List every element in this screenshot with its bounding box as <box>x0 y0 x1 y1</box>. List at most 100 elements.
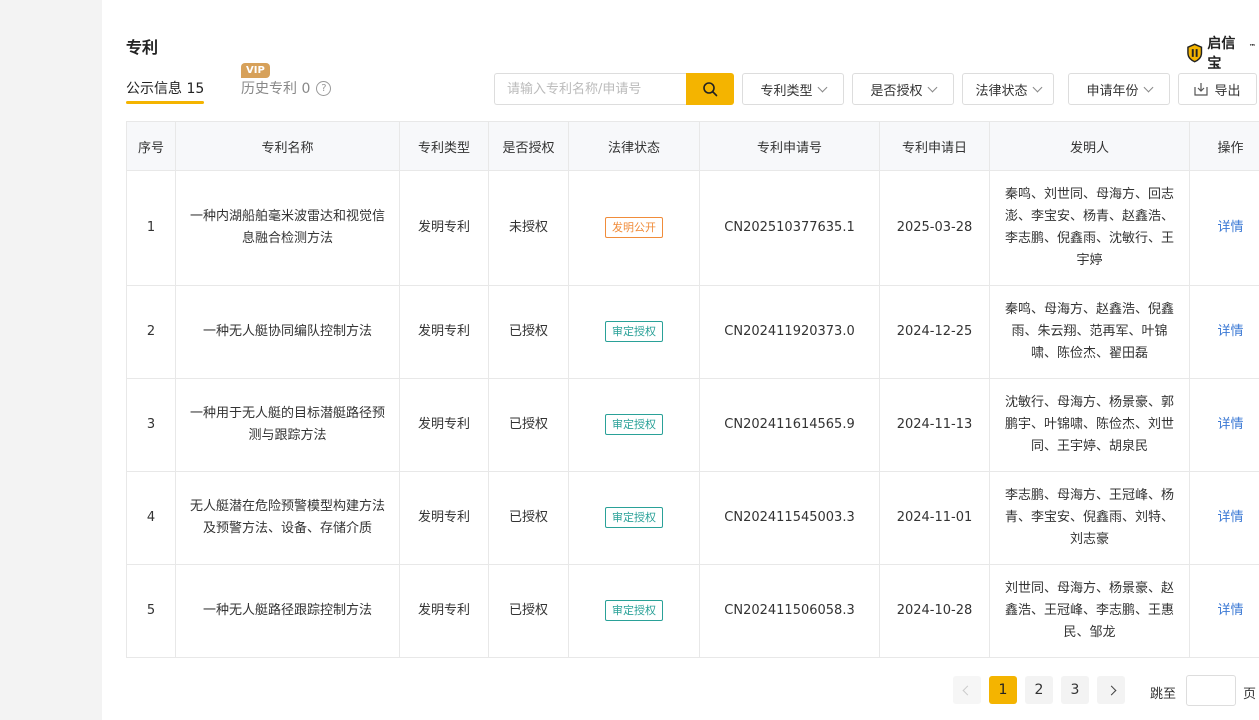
search-button[interactable] <box>686 73 734 105</box>
patent-type: 发明专利 <box>399 564 489 658</box>
table-row: 2 一种无人艇协同编队控制方法 发明专利 已授权 审定授权 CN202411920373.… <box>126 285 1259 379</box>
export-label: 导出 <box>1214 83 1241 99</box>
section-title: 专利 <box>126 38 159 57</box>
patent-type: 发明专利 <box>399 378 489 472</box>
application-date: 2024-11-13 <box>879 378 990 472</box>
brand-trademark: ™ <box>1249 43 1256 51</box>
filter-patent-type[interactable]: 专利类型 <box>742 73 844 105</box>
application-date: 2024-12-25 <box>879 285 990 379</box>
legal-status-tag: 审定授权 <box>605 321 663 342</box>
tab-history-label: 历史专利 0 <box>241 81 311 97</box>
page-button-2[interactable]: 2 <box>1025 676 1053 704</box>
table-header-row: 序号 专利名称 专利类型 是否授权 法律状态 专利申请号 专利申请日 发明人 操… <box>126 121 1259 171</box>
filter-legal-status[interactable]: 法律状态 <box>962 73 1054 105</box>
application-number: CN202411506058.3 <box>699 564 880 658</box>
vip-badge: VIP <box>241 63 270 78</box>
patent-name: 一种内湖船舶毫米波雷达和视觉信息融合检测方法 <box>175 170 400 286</box>
patent-table: 序号 专利名称 专利类型 是否授权 法律状态 专利申请号 专利申请日 发明人 操… <box>126 121 1259 658</box>
row-index: 4 <box>126 471 176 565</box>
search-input[interactable] <box>494 73 687 105</box>
patent-name: 一种无人艇协同编队控制方法 <box>175 285 400 379</box>
tab-public-info[interactable]: 公示信息 15 <box>126 78 205 104</box>
patent-name: 无人艇潜在危险预警模型构建方法及预警方法、设备、存储介质 <box>175 471 400 565</box>
filter-granted[interactable]: 是否授权 <box>852 73 954 105</box>
patent-panel: 专利 启信宝 ™ VIP 公示信息 15 历史专利 0 ? 专利类型 是否授权 … <box>102 0 1259 720</box>
column-header: 专利申请号 <box>699 121 880 171</box>
legal-status-cell: 审定授权 <box>568 285 700 379</box>
filter-label: 申请年份 <box>1086 83 1139 99</box>
application-number: CN202411920373.0 <box>699 285 880 379</box>
patent-type: 发明专利 <box>399 471 489 565</box>
chevron-left-icon <box>962 685 972 696</box>
page-button-3[interactable]: 3 <box>1061 676 1089 704</box>
row-index: 2 <box>126 285 176 379</box>
chevron-down-icon <box>927 82 937 92</box>
active-tab-underline <box>126 101 205 104</box>
detail-link[interactable]: 详情 <box>1217 220 1243 235</box>
brand-name: 启信宝 <box>1207 36 1236 72</box>
page-suffix-label: 页 <box>1243 687 1257 702</box>
patent-type: 发明专利 <box>399 170 489 286</box>
grant-status: 已授权 <box>488 471 569 565</box>
brand-logo: 启信宝 ™ <box>1186 33 1259 73</box>
table-row: 5 一种无人艇路径跟踪控制方法 发明专利 已授权 审定授权 CN202411506058.… <box>126 564 1259 658</box>
legal-status-cell: 审定授权 <box>568 378 700 472</box>
tab-public-label: 公示信息 15 <box>126 81 205 97</box>
inventors: 沈敏行、母海方、杨景豪、郭鹏宇、叶锦啸、陈俭杰、刘世同、王宇婷、胡泉民 <box>989 378 1190 472</box>
shield-logo-icon <box>1187 43 1203 63</box>
inventors: 秦鸣、母海方、赵鑫浩、倪鑫雨、朱云翔、范再军、叶锦啸、陈俭杰、翟田磊 <box>989 285 1190 379</box>
page-button-1[interactable]: 1 <box>989 676 1017 704</box>
column-header: 序号 <box>126 121 176 171</box>
action-cell: 详情 <box>1189 564 1259 658</box>
legal-status-tag: 审定授权 <box>605 507 663 528</box>
filter-application-year[interactable]: 申请年份 <box>1068 73 1170 105</box>
jump-to-label: 跳至 <box>1150 687 1177 702</box>
chevron-right-icon <box>1106 685 1116 696</box>
help-icon[interactable]: ? <box>316 80 332 96</box>
export-button[interactable]: 导出 <box>1178 73 1257 105</box>
table-row: 4 无人艇潜在危险预警模型构建方法及预警方法、设备、存储介质 发明专利 已授权 审定授权… <box>126 471 1259 565</box>
legal-status-tag: 审定授权 <box>605 600 663 621</box>
grant-status: 未授权 <box>488 170 569 286</box>
patent-table-body: 1 一种内湖船舶毫米波雷达和视觉信息融合检测方法 发明专利 未授权 发明公开 CN2025… <box>126 170 1259 658</box>
row-index: 5 <box>126 564 176 658</box>
prev-page-button[interactable] <box>953 676 981 704</box>
column-header: 法律状态 <box>568 121 700 171</box>
detail-link[interactable]: 详情 <box>1217 510 1243 525</box>
application-date: 2024-11-01 <box>879 471 990 565</box>
legal-status-cell: 审定授权 <box>568 564 700 658</box>
inventors: 刘世同、母海方、杨景豪、赵鑫浩、王冠峰、李志鹏、王惠民、邹龙 <box>989 564 1190 658</box>
chevron-down-icon <box>1032 82 1042 92</box>
column-header: 操作 <box>1189 121 1259 171</box>
application-date: 2025-03-28 <box>879 170 990 286</box>
column-header: 专利类型 <box>399 121 489 171</box>
tab-history-patents[interactable]: 历史专利 0 ? <box>241 78 332 98</box>
table-row: 3 一种用于无人艇的目标潜艇路径预测与跟踪方法 发明专利 已授权 审定授权 CN20241… <box>126 378 1259 472</box>
search-icon <box>703 82 718 97</box>
chevron-down-icon <box>817 82 827 92</box>
detail-link[interactable]: 详情 <box>1217 324 1243 339</box>
filter-label: 法律状态 <box>975 83 1028 99</box>
legal-status-cell: 发明公开 <box>568 170 700 286</box>
detail-link[interactable]: 详情 <box>1217 603 1243 618</box>
grant-status: 已授权 <box>488 378 569 472</box>
application-number: CN202411614565.9 <box>699 378 880 472</box>
next-page-button[interactable] <box>1097 676 1125 704</box>
inventors: 秦鸣、刘世同、母海方、回志澎、李宝安、杨青、赵鑫浩、李志鹏、倪鑫雨、沈敏行、王宇… <box>989 170 1190 286</box>
patent-name: 一种无人艇路径跟踪控制方法 <box>175 564 400 658</box>
grant-status: 已授权 <box>488 564 569 658</box>
action-cell: 详情 <box>1189 471 1259 565</box>
patent-name: 一种用于无人艇的目标潜艇路径预测与跟踪方法 <box>175 378 400 472</box>
column-header: 是否授权 <box>488 121 569 171</box>
application-number: CN202411545003.3 <box>699 471 880 565</box>
export-icon <box>1194 83 1209 96</box>
jump-page-input[interactable] <box>1186 675 1236 706</box>
action-cell: 详情 <box>1189 378 1259 472</box>
filter-label: 是否授权 <box>870 83 923 99</box>
action-cell: 详情 <box>1189 285 1259 379</box>
row-index: 3 <box>126 378 176 472</box>
detail-link[interactable]: 详情 <box>1217 417 1243 432</box>
application-number: CN202510377635.1 <box>699 170 880 286</box>
left-gutter <box>0 0 102 720</box>
column-header: 发明人 <box>989 121 1190 171</box>
